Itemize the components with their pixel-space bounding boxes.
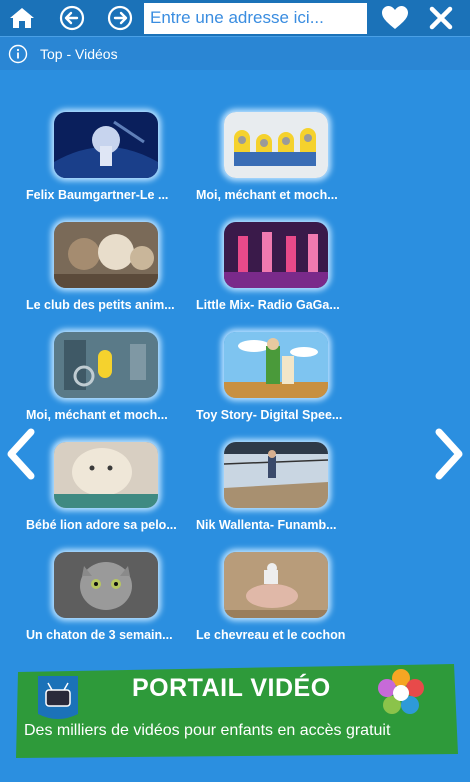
video-title: Toy Story- Digital Spee... bbox=[196, 408, 343, 422]
video-thumbnail[interactable] bbox=[224, 442, 328, 508]
tv-icon bbox=[34, 674, 82, 729]
video-title: Nik Wallenta- Funamb... bbox=[196, 518, 337, 532]
close-icon[interactable] bbox=[423, 0, 459, 36]
heart-icon[interactable] bbox=[377, 0, 413, 36]
video-item[interactable]: Toy Story- Digital Spee... bbox=[196, 332, 366, 436]
video-thumbnail[interactable] bbox=[54, 222, 158, 288]
top-toolbar bbox=[0, 0, 470, 36]
video-title: Moi, méchant et moch... bbox=[196, 188, 338, 202]
banner-subtitle: Des milliers de vidéos pour enfants en a… bbox=[24, 722, 391, 739]
home-icon[interactable] bbox=[4, 0, 40, 36]
info-icon[interactable] bbox=[8, 44, 28, 64]
section-title: Top - Vidéos bbox=[40, 45, 118, 62]
back-arrow-icon[interactable] bbox=[54, 0, 90, 36]
video-item[interactable]: Un chaton de 3 semain... bbox=[26, 552, 196, 656]
video-thumbnail[interactable] bbox=[224, 112, 328, 178]
next-page-arrow-icon[interactable] bbox=[430, 424, 470, 484]
video-title: Moi, méchant et moch... bbox=[26, 408, 168, 422]
video-thumbnail[interactable] bbox=[224, 332, 328, 398]
video-thumbnail[interactable] bbox=[54, 552, 158, 618]
video-title: Felix Baumgartner-Le ... bbox=[26, 188, 169, 202]
video-thumbnail[interactable] bbox=[224, 552, 328, 618]
url-input[interactable] bbox=[144, 2, 367, 34]
video-title: Le club des petits anim... bbox=[26, 298, 175, 312]
section-header: Top - Vidéos bbox=[0, 36, 470, 70]
video-title: Le chevreau et le cochon bbox=[196, 628, 346, 642]
video-thumbnail[interactable] bbox=[54, 442, 158, 508]
video-thumbnail[interactable] bbox=[54, 112, 158, 178]
video-thumbnail[interactable] bbox=[54, 332, 158, 398]
promo-banner[interactable]: PORTAIL VIDÉO Des milliers de vidéos pou… bbox=[14, 662, 460, 758]
video-item[interactable]: Moi, méchant et moch... bbox=[196, 112, 366, 216]
video-item[interactable]: Moi, méchant et moch... bbox=[26, 332, 196, 436]
video-item[interactable]: Little Mix- Radio GaGa... bbox=[196, 222, 366, 326]
video-thumbnail[interactable] bbox=[224, 222, 328, 288]
video-title: Little Mix- Radio GaGa... bbox=[196, 298, 340, 312]
video-item[interactable]: Le chevreau et le cochon bbox=[196, 552, 366, 656]
video-item[interactable]: Nik Wallenta- Funamb... bbox=[196, 442, 366, 546]
video-item[interactable]: Bébé lion adore sa pelo... bbox=[26, 442, 196, 546]
forward-arrow-icon[interactable] bbox=[102, 0, 138, 36]
video-item[interactable]: Le club des petits anim... bbox=[26, 222, 196, 326]
flower-logo-icon bbox=[376, 668, 426, 723]
video-title: Un chaton de 3 semain... bbox=[26, 628, 173, 642]
banner-title: PORTAIL VIDÉO bbox=[132, 674, 331, 702]
video-title: Bébé lion adore sa pelo... bbox=[26, 518, 177, 532]
video-item[interactable]: Felix Baumgartner-Le ... bbox=[26, 112, 196, 216]
